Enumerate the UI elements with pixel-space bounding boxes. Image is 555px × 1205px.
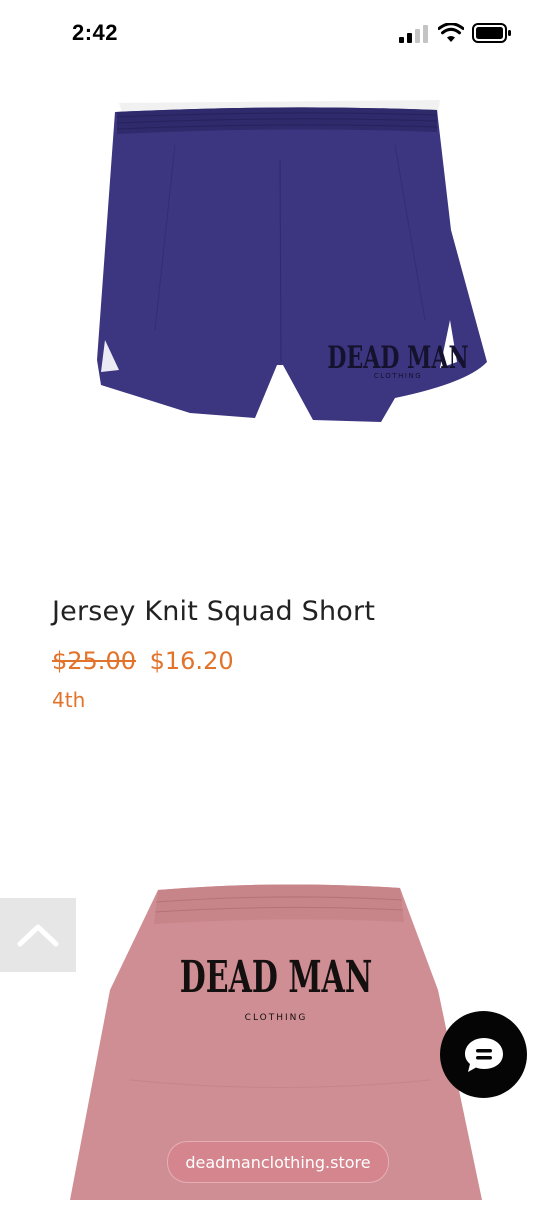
svg-text:DEAD MAN: DEAD MAN — [180, 951, 373, 1002]
cellular-signal-icon — [399, 25, 428, 43]
chevron-up-icon — [17, 924, 59, 947]
original-price: $25.00 — [52, 647, 136, 675]
wifi-icon — [438, 23, 464, 42]
shorts-image: DEAD MAN CLOTHING — [97, 100, 487, 422]
product-image[interactable]: DEAD MAN CLOTHING — [95, 100, 495, 430]
status-time: 2:42 — [72, 20, 119, 45]
product-title[interactable]: Jersey Knit Squad Short — [52, 596, 375, 627]
status-bar: 2:42 — [0, 0, 555, 66]
product-variant: 4th — [52, 688, 86, 712]
svg-text:DEAD MAN: DEAD MAN — [327, 340, 468, 376]
brand-logo: DEAD MAN CLOTHING — [327, 340, 468, 380]
svg-text:CLOTHING: CLOTHING — [245, 1013, 308, 1023]
price-row: $25.00 $16.20 — [52, 647, 234, 675]
chat-button[interactable] — [440, 1011, 527, 1098]
battery-icon — [472, 23, 511, 43]
url-domain: deadmanclothing.store — [185, 1152, 371, 1172]
sale-price: $16.20 — [149, 647, 234, 675]
back-to-top-button[interactable] — [0, 898, 76, 972]
svg-text:CLOTHING: CLOTHING — [374, 372, 422, 380]
url-bar[interactable]: deadmanclothing.store — [167, 1141, 389, 1183]
chat-bubble-icon — [464, 1037, 503, 1072]
